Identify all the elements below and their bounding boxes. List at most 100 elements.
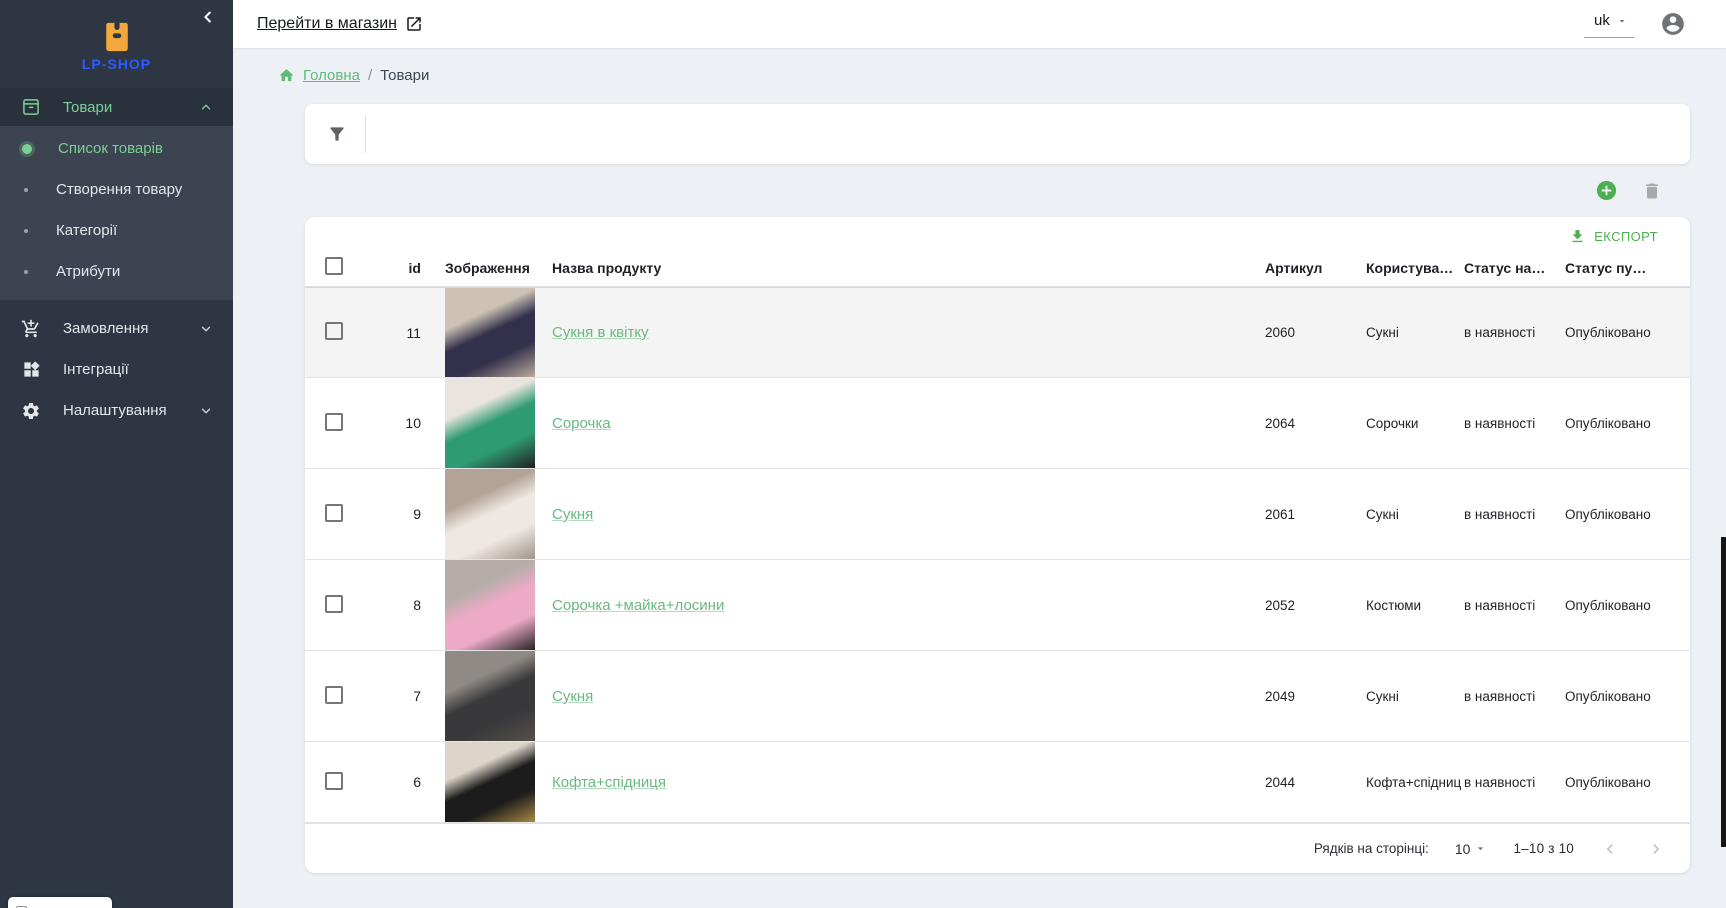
- product-image[interactable]: [445, 378, 535, 468]
- product-name-link[interactable]: Сукня в квітку: [552, 324, 649, 341]
- filter-funnel-icon: [327, 124, 347, 144]
- sidebar-item-product-create[interactable]: Створення товару: [0, 169, 233, 210]
- active-dot-icon: [22, 144, 32, 154]
- column-header-category: Користува…: [1366, 260, 1464, 276]
- bottom-left-popup: [8, 897, 112, 908]
- sidebar-item-label: Інтеграції: [63, 361, 129, 378]
- product-image[interactable]: [445, 560, 535, 650]
- cell-id: 10: [365, 415, 425, 431]
- brand-name: LP-SHOP: [82, 56, 151, 72]
- rows-per-page-select[interactable]: 10: [1455, 841, 1488, 857]
- column-header-stock: Статус на…: [1464, 260, 1565, 276]
- sidebar-item-categories[interactable]: Категорії: [0, 210, 233, 251]
- select-all-checkbox[interactable]: [325, 257, 343, 275]
- column-header-image: Зображення: [425, 260, 537, 276]
- delete-selected-button[interactable]: [1642, 181, 1662, 201]
- pagination: Рядків на сторінці: 10 1–10 з 10: [305, 823, 1690, 873]
- rows-per-page-label: Рядків на сторінці:: [1314, 841, 1429, 856]
- column-header-name: Назва продукту: [537, 260, 1265, 276]
- product-name-link[interactable]: Сорочка: [552, 415, 611, 432]
- add-shopping-cart-icon: [20, 318, 42, 340]
- sidebar-subitem-label: Створення товару: [56, 181, 182, 198]
- product-image[interactable]: [445, 651, 535, 741]
- row-checkbox[interactable]: [325, 595, 343, 613]
- product-name-link[interactable]: Кофта+спідниця: [552, 774, 666, 791]
- product-name-link[interactable]: Сукня: [552, 506, 593, 523]
- product-image[interactable]: [445, 469, 535, 559]
- go-to-shop-link[interactable]: Перейти в магазин: [257, 15, 423, 33]
- sidebar-item-product-list[interactable]: Список товарів: [0, 128, 233, 169]
- vertical-scrollbar-thumb[interactable]: [1721, 537, 1726, 847]
- filter-button[interactable]: [319, 116, 355, 152]
- table-row: 8 Сорочка +майка+лосини 2052 Костюми в н…: [305, 560, 1690, 651]
- pagination-range: 1–10 з 10: [1513, 841, 1574, 856]
- cell-sku: 2064: [1265, 416, 1366, 431]
- content: Головна / Товари: [233, 48, 1726, 908]
- cell-publish-status: Опубліковано: [1565, 598, 1670, 613]
- cell-stock-status: в наявності: [1464, 507, 1565, 522]
- sidebar-item-settings[interactable]: Налаштування: [0, 390, 233, 431]
- cell-sku: 2044: [1265, 775, 1366, 790]
- cell-publish-status: Опубліковано: [1565, 325, 1670, 340]
- sidebar-collapse-button[interactable]: [199, 8, 217, 26]
- topbar-right: uk: [1584, 10, 1686, 38]
- row-checkbox[interactable]: [325, 686, 343, 704]
- chevron-down-icon: [199, 322, 213, 336]
- cell-sku: 2060: [1265, 325, 1366, 340]
- row-checkbox[interactable]: [325, 322, 343, 340]
- sidebar: LP-SHOP Товари Список товарів: [0, 0, 233, 908]
- sidebar-nav: Товари Список товарів Створення товару К…: [0, 88, 233, 431]
- product-image[interactable]: [445, 288, 535, 377]
- topbar: Перейти в магазин uk: [233, 0, 1726, 48]
- add-product-button[interactable]: [1595, 179, 1618, 202]
- previous-page-button[interactable]: [1600, 839, 1620, 859]
- sidebar-item-label: Налаштування: [63, 402, 167, 419]
- sidebar-item-attributes[interactable]: Атрибути: [0, 251, 233, 292]
- cell-id: 11: [365, 325, 425, 341]
- next-page-button[interactable]: [1646, 839, 1666, 859]
- product-image[interactable]: [445, 742, 535, 822]
- brand-logo[interactable]: LP-SHOP: [0, 0, 233, 88]
- trash-icon: [1642, 181, 1662, 201]
- row-checkbox[interactable]: [325, 413, 343, 431]
- cell-category: Сукні: [1366, 507, 1464, 522]
- home-icon: [278, 67, 295, 84]
- sidebar-item-products[interactable]: Товари: [0, 88, 233, 126]
- cell-id: 6: [365, 774, 425, 790]
- products-table-card: ЕКСПОРТ id Зображення Назва продукту Арт…: [305, 217, 1690, 873]
- table-row: 9 Сукня 2061 Сукні в наявності Опубліков…: [305, 469, 1690, 560]
- table-header-row: id Зображення Назва продукту Артикул Кор…: [305, 249, 1690, 287]
- cell-id: 8: [365, 597, 425, 613]
- column-header-id: id: [365, 260, 425, 276]
- breadcrumb-home-link[interactable]: Головна: [303, 67, 360, 84]
- cell-stock-status: в наявності: [1464, 416, 1565, 431]
- sidebar-item-label: Товари: [63, 99, 112, 116]
- cell-stock-status: в наявності: [1464, 325, 1565, 340]
- chevron-down-icon: [199, 404, 213, 418]
- product-name-link[interactable]: Сукня: [552, 688, 593, 705]
- row-checkbox[interactable]: [325, 772, 343, 790]
- table-row: 7 Сукня 2049 Сукні в наявності Опубліков…: [305, 651, 1690, 742]
- language-select[interactable]: uk: [1584, 10, 1634, 38]
- shop-link-label: Перейти в магазин: [257, 15, 397, 33]
- cell-category: Кофта+спідниц: [1366, 775, 1464, 790]
- cell-category: Сукні: [1366, 689, 1464, 704]
- export-button[interactable]: ЕКСПОРТ: [1569, 228, 1658, 245]
- column-header-sku: Артикул: [1265, 260, 1366, 276]
- sidebar-item-label: Замовлення: [63, 320, 148, 337]
- product-name-link[interactable]: Сорочка +майка+лосини: [552, 597, 724, 614]
- account-menu-button[interactable]: [1660, 11, 1686, 37]
- chevron-up-icon: [199, 100, 213, 114]
- column-header-publish: Статус пу…: [1565, 260, 1670, 276]
- row-checkbox[interactable]: [325, 504, 343, 522]
- cell-publish-status: Опубліковано: [1565, 507, 1670, 522]
- sidebar-item-integrations[interactable]: Інтеграції: [0, 349, 233, 390]
- table-row: 6 Кофта+спідниця 2044 Кофта+спідниц в на…: [305, 742, 1690, 823]
- table-actions: [278, 164, 1690, 217]
- breadcrumb: Головна / Товари: [278, 48, 1690, 88]
- breadcrumb-home-label: Головна: [303, 67, 360, 84]
- chevron-left-icon: [199, 8, 217, 26]
- export-label: ЕКСПОРТ: [1594, 229, 1658, 244]
- cell-id: 9: [365, 506, 425, 522]
- sidebar-item-orders[interactable]: Замовлення: [0, 308, 233, 349]
